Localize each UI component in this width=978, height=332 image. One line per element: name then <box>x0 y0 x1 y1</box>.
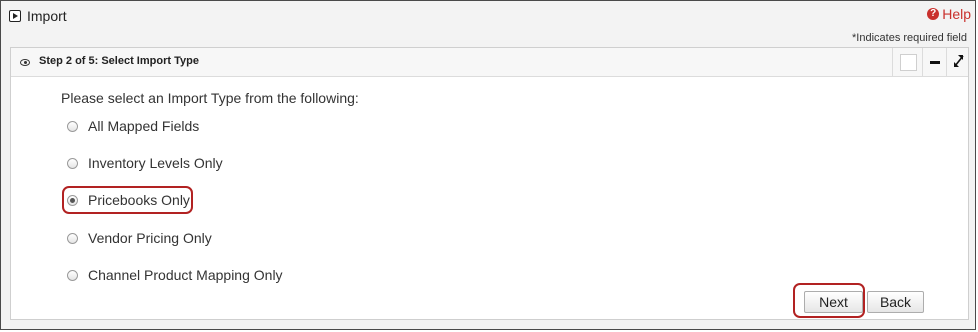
option-label: Vendor Pricing Only <box>88 230 212 246</box>
import-window: Import ? Help *Indicates required field … <box>0 0 976 330</box>
page-title: Import <box>27 8 67 24</box>
help-label: Help <box>942 6 971 22</box>
blank-square-icon <box>900 54 917 71</box>
import-type-prompt: Please select an Import Type from the fo… <box>61 90 359 106</box>
next-button-highlight <box>793 283 865 318</box>
option-inventory-levels-only[interactable]: Inventory Levels Only <box>67 154 223 172</box>
question-circle-icon: ? <box>927 8 940 20</box>
expand-button[interactable] <box>946 48 969 76</box>
expand-icon <box>954 55 964 67</box>
radio-all-mapped-fields[interactable] <box>67 120 78 132</box>
eye-icon[interactable] <box>20 59 30 66</box>
panel-toggle-button[interactable] <box>892 48 922 76</box>
step-panel: Step 2 of 5: Select Import Type Please s… <box>10 47 969 320</box>
selected-option-highlight <box>62 186 193 214</box>
option-vendor-pricing-only[interactable]: Vendor Pricing Only <box>67 229 212 247</box>
option-channel-product-mapping-only[interactable]: Channel Product Mapping Only <box>67 266 283 284</box>
required-field-note: *Indicates required field <box>852 32 967 44</box>
radio-vendor-pricing-only[interactable] <box>67 232 78 244</box>
radio-channel-product-mapping-only[interactable] <box>67 269 78 281</box>
option-label: Inventory Levels Only <box>88 155 223 171</box>
option-label: All Mapped Fields <box>88 118 200 134</box>
back-button[interactable]: Back <box>867 291 924 313</box>
import-icon <box>9 10 21 22</box>
minimize-button[interactable] <box>922 48 946 76</box>
radio-inventory-levels-only[interactable] <box>67 157 78 169</box>
step-title: Step 2 of 5: Select Import Type <box>39 55 199 67</box>
top-bar: Import ? Help <box>1 1 975 31</box>
option-all-mapped-fields[interactable]: All Mapped Fields <box>67 117 199 135</box>
minimize-icon <box>930 61 940 64</box>
help-link[interactable]: ? Help <box>927 6 971 22</box>
option-label: Channel Product Mapping Only <box>88 267 283 283</box>
panel-header: Step 2 of 5: Select Import Type <box>11 48 968 77</box>
